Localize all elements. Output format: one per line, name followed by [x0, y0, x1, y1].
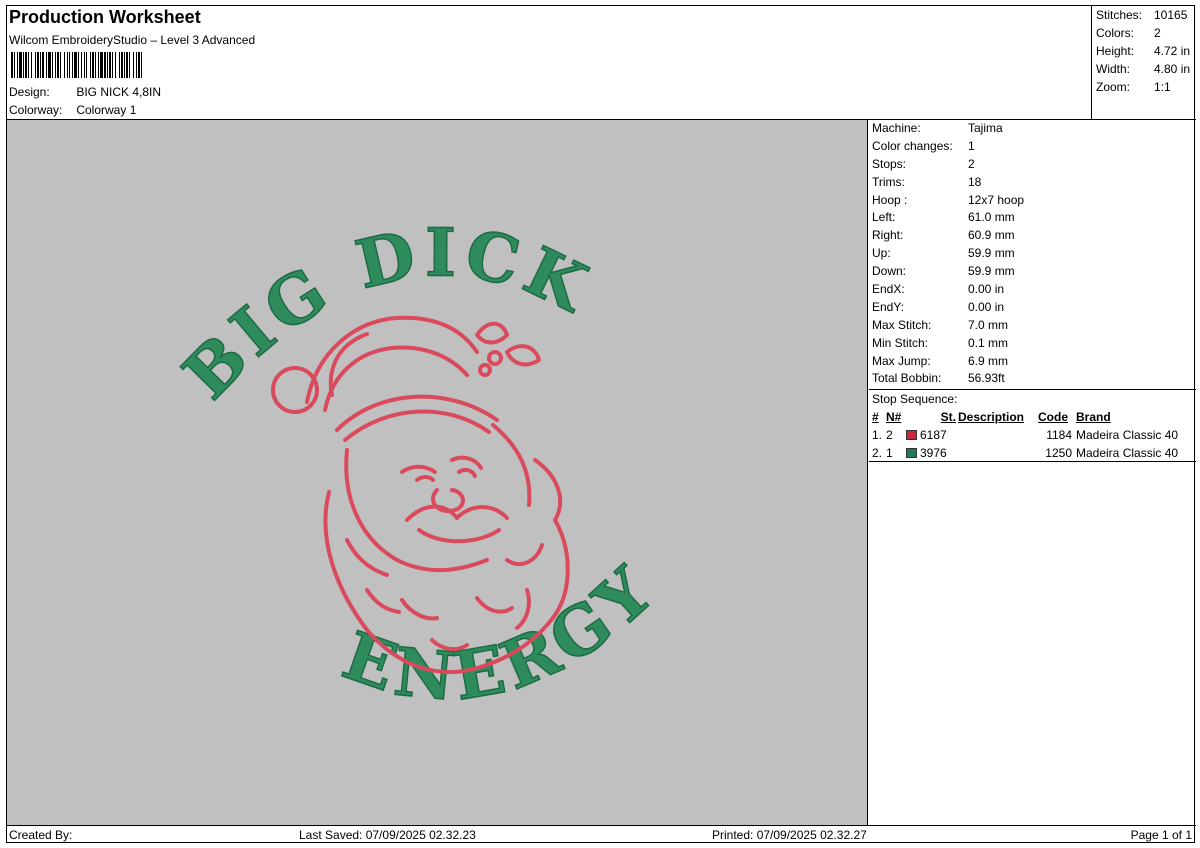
info-value: 2 — [968, 156, 975, 171]
info-row: Min Stitch: 0.1 mm — [869, 335, 1196, 353]
col-description: Description — [958, 410, 1025, 424]
info-value: 60.9 mm — [968, 228, 1015, 243]
cell-num: 1. — [872, 428, 883, 442]
cell-brand: Madeira Classic 40 — [1076, 446, 1179, 460]
cell-stitches: 3976 — [906, 444, 958, 462]
info-value: 0.00 in — [968, 299, 1005, 314]
table-row: 1. 2 6187 1184 Madeira Classic 40 — [872, 426, 1180, 444]
summary-row: Height: 4.72 in — [1096, 44, 1191, 58]
design-label: Design: — [9, 85, 50, 99]
info-row: Machine: Tajima — [869, 120, 1196, 138]
info-label: Right: — [872, 228, 904, 243]
worksheet-header: Production Worksheet Wilcom EmbroiderySt… — [7, 6, 1196, 120]
stop-sequence-table: # N# St. Description Code Brand 1. 2 6187 1… — [872, 408, 1180, 462]
info-label: Down: — [872, 264, 907, 279]
info-row: Max Jump: 6.9 mm — [869, 353, 1196, 371]
info-value: 59.9 mm — [968, 246, 1015, 261]
info-value: 59.9 mm — [968, 264, 1015, 279]
info-label: Color changes: — [872, 138, 953, 153]
info-row: Up: 59.9 mm — [869, 245, 1196, 263]
info-row: Total Bobbin: 56.93ft — [869, 370, 1196, 388]
design-text-top: BIG DICK — [168, 214, 604, 414]
cell-stitches: 6187 — [906, 426, 958, 444]
worksheet: Production Worksheet Wilcom EmbroiderySt… — [6, 5, 1196, 843]
summary-row: Colors: 2 — [1096, 26, 1161, 40]
stop-sequence-panel: Stop Sequence: # N# St. Description Code… — [869, 389, 1196, 462]
info-label: Max Jump: — [872, 353, 931, 368]
barcode-icon — [11, 52, 142, 78]
created-by: Created By: — [9, 828, 73, 842]
info-row: Max Stitch: 7.0 mm — [869, 317, 1196, 335]
info-value: 0.1 mm — [968, 335, 1009, 350]
info-value: 61.0 mm — [968, 210, 1015, 225]
cell-description — [958, 426, 1038, 444]
embroidery-design: BIG DICK ENERGY — [167, 213, 666, 717]
color-swatch-icon — [906, 430, 917, 440]
cell-code: 1184 — [1046, 428, 1072, 442]
summary-row: Width: 4.80 in — [1096, 62, 1191, 76]
info-value: 1 — [968, 138, 975, 153]
info-row: EndX: 0.00 in — [869, 281, 1196, 299]
page-title: Production Worksheet — [9, 7, 201, 27]
info-label: Up: — [872, 246, 891, 261]
info-row: Trims: 18 — [869, 174, 1196, 192]
colorway-name: Colorway 1 — [76, 103, 137, 117]
machine-info-panel: Machine: Tajima Color changes: 1 Stops: 2 Trim… — [869, 120, 1196, 388]
summary-panel: Stitches: 10165 Colors: 2 Height: 4.72 in W… — [1091, 6, 1196, 120]
table-row: 2. 1 3976 1250 Madeira Classic 40 — [872, 444, 1180, 462]
summary-row: Zoom: 1:1 — [1096, 80, 1171, 94]
info-row: EndY: 0.00 in — [869, 299, 1196, 317]
info-value: 56.93ft — [968, 371, 1005, 386]
colorway-row: Colorway: Colorway 1 — [9, 103, 136, 117]
info-row: Color changes: 1 — [869, 138, 1196, 156]
design-preview: BIG DICK ENERGY — [7, 120, 868, 825]
cell-code: 1250 — [1045, 446, 1072, 460]
info-value: 18 — [968, 174, 982, 189]
info-label: Max Stitch: — [872, 317, 932, 332]
col-brand: Brand — [1076, 410, 1111, 424]
info-row: Down: 59.9 mm — [869, 263, 1196, 281]
info-label: Hoop : — [872, 192, 908, 207]
info-value: Tajima — [968, 121, 1003, 135]
stop-sequence-label: Stop Sequence: — [872, 392, 958, 406]
cell-n: 2 — [886, 428, 893, 442]
design-row: Design: BIG NICK 4,8IN — [9, 85, 161, 99]
cell-n: 1 — [886, 446, 893, 460]
summary-row: Stitches: 10165 — [1096, 8, 1188, 22]
col-stitches: St. — [940, 410, 956, 424]
info-label: Min Stitch: — [872, 335, 929, 350]
info-value: 7.0 mm — [968, 317, 1009, 332]
col-code: Code — [1038, 410, 1068, 424]
color-swatch-icon — [906, 448, 917, 458]
info-label: Machine: — [872, 121, 921, 135]
info-row: Stops: 2 — [869, 156, 1196, 174]
info-label: Stops: — [872, 156, 907, 171]
last-saved: Last Saved: 07/09/2025 02.32.23 — [299, 828, 476, 842]
cell-description — [958, 444, 1038, 462]
col-n: N# — [886, 410, 902, 424]
table-header-row: # N# St. Description Code Brand — [872, 408, 1180, 426]
printed-date: Printed: 07/09/2025 02.32.27 — [712, 828, 867, 842]
page-number: Page 1 of 1 — [1130, 828, 1192, 842]
santa-outline-icon — [271, 315, 570, 675]
info-row: Left: 61.0 mm — [869, 209, 1196, 227]
info-value: 12x7 hoop — [968, 192, 1025, 207]
info-label: Left: — [872, 210, 896, 225]
worksheet-footer: Created By: Last Saved: 07/09/2025 02.32… — [7, 825, 1196, 843]
info-value: 0.00 in — [968, 282, 1005, 297]
info-label: Trims: — [872, 174, 905, 189]
info-row: Hoop : 12x7 hoop — [869, 192, 1196, 210]
cell-num: 2. — [872, 446, 883, 460]
info-label: EndY: — [872, 299, 905, 314]
info-value: 6.9 mm — [968, 353, 1009, 368]
info-label: Total Bobbin: — [872, 371, 942, 386]
info-row: Right: 60.9 mm — [869, 227, 1196, 245]
software-name: Wilcom EmbroideryStudio – Level 3 Advanc… — [9, 33, 256, 47]
col-num: # — [872, 410, 879, 424]
colorway-label: Colorway: — [9, 103, 63, 117]
cell-brand: Madeira Classic 40 — [1076, 428, 1179, 442]
info-label: EndX: — [872, 282, 905, 297]
design-name: BIG NICK 4,8IN — [76, 85, 162, 99]
